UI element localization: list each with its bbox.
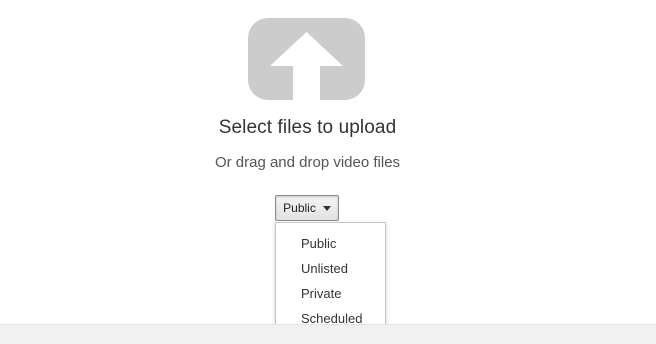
privacy-dropdown-button[interactable]: Public <box>275 195 339 221</box>
privacy-dropdown-menu: Public Unlisted Private Scheduled <box>275 222 386 340</box>
caret-down-icon <box>322 206 331 211</box>
upload-title: Select files to upload <box>218 117 397 138</box>
menu-item-private[interactable]: Private <box>276 281 385 306</box>
menu-item-public[interactable]: Public <box>276 231 385 256</box>
bottom-divider-band <box>0 324 656 344</box>
upload-subtitle: Or drag and drop video files <box>214 154 401 171</box>
upload-arrow-icon[interactable] <box>248 18 365 100</box>
upload-page: Select files to upload Or drag and drop … <box>0 0 656 344</box>
menu-item-unlisted[interactable]: Unlisted <box>276 256 385 281</box>
privacy-selected-label: Public <box>283 201 316 215</box>
